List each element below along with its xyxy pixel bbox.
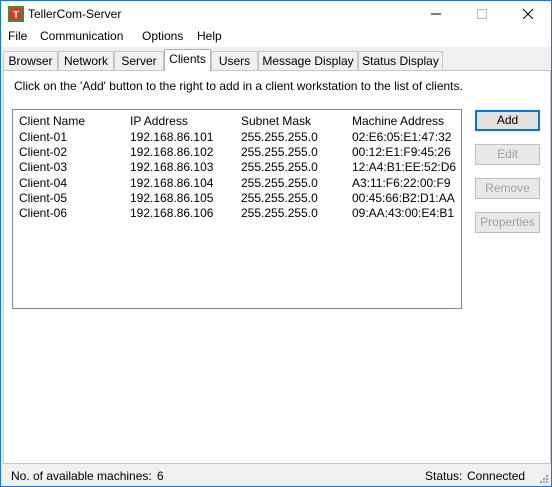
remove-button[interactable]: Remove [475, 178, 540, 199]
cell-ip-address: 192.168.86.103 [130, 160, 214, 174]
cell-machine-address: A3:11:F6:22:00:F9 [352, 176, 451, 190]
cell-client-name: Client-05 [19, 191, 68, 205]
svg-text:T: T [13, 10, 19, 21]
instruction-text: Click on the 'Add' button to the right t… [14, 79, 463, 93]
clients-list[interactable]: Client Name IP Address Subnet Mask Machi… [12, 109, 462, 309]
column-header-machine-address[interactable]: Machine Address [352, 114, 444, 128]
tab-status-display[interactable]: Status Display [358, 51, 443, 70]
available-machines-count: 6 [157, 469, 164, 483]
menu-options[interactable]: Options [142, 29, 183, 43]
menu-help[interactable]: Help [197, 29, 222, 43]
tab-network[interactable]: Network [58, 51, 114, 70]
close-icon [523, 9, 533, 19]
status-bar: No. of available machines: 6 Status: Con… [1, 464, 551, 486]
edit-button[interactable]: Edit [475, 144, 540, 165]
cell-subnet-mask: 255.255.255.0 [241, 130, 318, 144]
cell-client-name: Client-03 [19, 160, 68, 174]
cell-client-name: Client-01 [19, 130, 68, 144]
available-machines-label: No. of available machines: [11, 469, 152, 483]
add-button[interactable]: Add [475, 110, 540, 131]
cell-machine-address: 09:AA:43:00:E4:B1 [352, 206, 455, 220]
column-header-client-name[interactable]: Client Name [19, 114, 85, 128]
tab-clients[interactable]: Clients [164, 49, 211, 71]
cell-subnet-mask: 255.255.255.0 [241, 160, 318, 174]
title-bar[interactable]: T TellerCom-Server [1, 1, 551, 27]
tab-message-display[interactable]: Message Display [258, 51, 358, 70]
menu-communication[interactable]: Communication [40, 29, 123, 43]
cell-subnet-mask: 255.255.255.0 [241, 176, 318, 190]
tab-strip: Browser Network Server Clients Users Mes… [3, 49, 551, 71]
resize-grip-icon[interactable] [539, 474, 549, 484]
menu-file[interactable]: File [8, 29, 27, 43]
cell-machine-address: 00:45:66:B2:D1:AA [352, 191, 455, 205]
close-button[interactable] [505, 1, 551, 27]
cell-ip-address: 192.168.86.102 [130, 145, 214, 159]
menu-bar: File Communication Options Help [1, 27, 551, 47]
column-header-ip-address[interactable]: IP Address [130, 114, 188, 128]
connection-status-label: Status: [425, 469, 463, 483]
properties-button[interactable]: Properties [475, 212, 540, 233]
tab-browser[interactable]: Browser [3, 51, 58, 70]
cell-machine-address: 02:E6:05:E1:47:32 [352, 130, 452, 144]
cell-subnet-mask: 255.255.255.0 [241, 191, 318, 205]
cell-ip-address: 192.168.86.105 [130, 191, 214, 205]
window-title: TellerCom-Server [28, 7, 122, 21]
cell-machine-address: 12:A4:B1:EE:52:D6 [352, 160, 457, 174]
app-logo-icon: T [8, 6, 24, 22]
cell-ip-address: 192.168.86.104 [130, 176, 214, 190]
cell-client-name: Client-04 [19, 176, 68, 190]
cell-client-name: Client-06 [19, 206, 68, 220]
tab-users[interactable]: Users [211, 51, 258, 70]
cell-ip-address: 192.168.86.106 [130, 206, 214, 220]
cell-subnet-mask: 255.255.255.0 [241, 145, 318, 159]
cell-machine-address: 00:12:E1:F9:45:26 [352, 145, 451, 159]
minimize-button[interactable] [413, 1, 459, 27]
maximize-icon [477, 9, 487, 19]
maximize-button[interactable] [459, 1, 505, 27]
cell-subnet-mask: 255.255.255.0 [241, 206, 318, 220]
minimize-icon [431, 13, 441, 15]
column-header-subnet-mask[interactable]: Subnet Mask [241, 114, 311, 128]
app-window: T TellerCom-Server File Communication Op… [0, 0, 552, 487]
clients-panel: Click on the 'Add' button to the right t… [3, 70, 551, 464]
connection-status-value: Connected [467, 469, 526, 483]
cell-ip-address: 192.168.86.101 [130, 130, 214, 144]
tab-server[interactable]: Server [114, 51, 164, 70]
cell-client-name: Client-02 [19, 145, 68, 159]
